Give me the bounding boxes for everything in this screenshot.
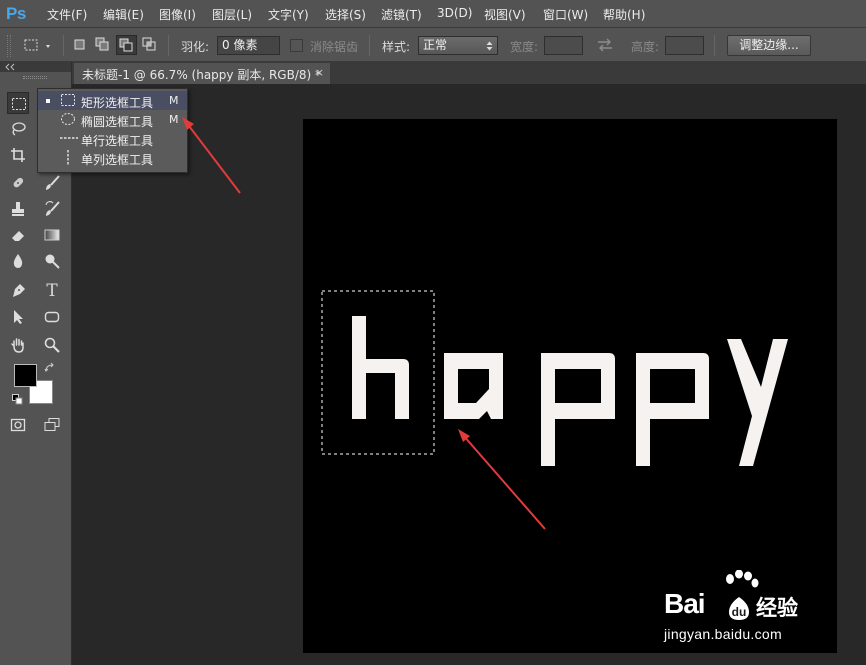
svg-text:du: du (732, 605, 747, 619)
watermark-brand-suffix: 经验 (756, 596, 798, 620)
watermark-brand: Bai (664, 588, 706, 619)
annotation-arrow-bottom (458, 429, 546, 530)
annotation-arrow-top (182, 117, 241, 194)
watermark-url: jingyan.baidu.com (664, 626, 782, 642)
baidu-jingyan-watermark: Bai du 经验 jingyan.baidu.com (664, 570, 824, 650)
annotation-arrows (182, 117, 546, 530)
foreground-color-swatch[interactable] (14, 364, 37, 387)
paw-du-icon: du (729, 597, 749, 620)
